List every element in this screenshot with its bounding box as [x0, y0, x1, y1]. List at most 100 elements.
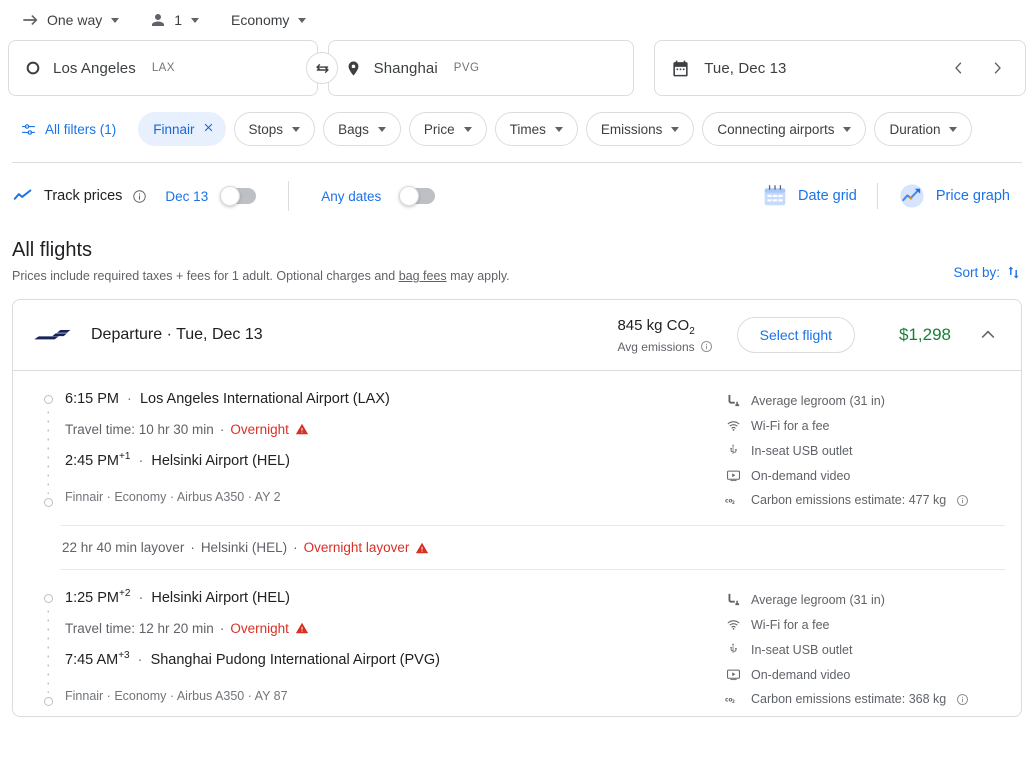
price-graph-label: Price graph: [936, 188, 1010, 204]
filter-chip-label: Connecting airports: [717, 122, 834, 137]
filter-chip-stops[interactable]: Stops: [234, 112, 316, 146]
previous-day-button[interactable]: [943, 52, 975, 84]
destination-field[interactable]: Shanghai PVG: [328, 40, 635, 96]
any-dates-label[interactable]: Any dates: [321, 189, 381, 204]
travel-time-label: Travel time: 10 hr 30 min: [65, 422, 214, 437]
sort-arrows-icon: [1005, 264, 1022, 281]
all-filters-label: All filters (1): [45, 122, 116, 137]
co2-subscript: 2: [689, 326, 695, 337]
chevron-up-icon[interactable]: [971, 318, 1005, 352]
select-flight-label: Select flight: [760, 327, 832, 343]
filter-chip-label: Emissions: [601, 122, 663, 137]
amenity-video: On-demand video: [725, 468, 1005, 483]
swap-icon: [314, 60, 331, 77]
select-flight-button[interactable]: Select flight: [737, 317, 855, 353]
calendar-icon: [671, 59, 690, 78]
info-icon[interactable]: [132, 189, 147, 204]
flight-card-header[interactable]: Departure · Tue, Dec 13 845 kg CO2 Avg e…: [13, 300, 1021, 370]
warning-triangle-icon: [295, 422, 309, 436]
layover-row: 22 hr 40 min layover · Helsinki (HEL) · …: [60, 525, 1005, 570]
filter-chip-price[interactable]: Price: [409, 112, 487, 146]
co2-icon: co2: [725, 693, 741, 706]
usb-icon: [725, 443, 741, 458]
origin-field[interactable]: Los Angeles LAX: [8, 40, 318, 96]
sort-by-label: Sort by:: [953, 265, 1000, 280]
swap-airports-button[interactable]: [306, 52, 338, 84]
filter-chip-label: Duration: [889, 122, 940, 137]
search-fields-row: Los Angeles LAX Shanghai PVG Tue, Dec 13: [0, 40, 1034, 96]
leg-details: 6:15 PM · Los Angeles International Airp…: [63, 389, 725, 507]
amenity-usb: In-seat USB outlet: [725, 443, 1005, 458]
leg-arrival-day-offset: +1: [119, 451, 130, 462]
leg-travel-time: Travel time: 12 hr 20 min · Overnight: [65, 621, 725, 636]
svg-text:2: 2: [732, 500, 735, 506]
warning-triangle-icon: [295, 621, 309, 635]
amenity-label: Carbon emissions estimate: 368 kg: [751, 692, 946, 706]
filter-chip-label: Times: [510, 122, 546, 137]
flight-price: $1,298: [881, 325, 951, 345]
amenity-label: Wi-Fi for a fee: [751, 618, 830, 632]
itinerary-leg: 6:15 PM · Los Angeles International Airp…: [13, 371, 1021, 517]
timeline-dot-depart: [44, 395, 53, 404]
amenity-video: On-demand video: [725, 667, 1005, 682]
divider: [877, 183, 878, 209]
amenity-label: On-demand video: [751, 668, 850, 682]
legroom-icon: [725, 393, 741, 408]
price-graph-icon: [898, 182, 926, 210]
amenity-legroom: Average legroom (31 in): [725, 393, 1005, 408]
leg-arrival-time: 2:45 PM: [65, 453, 119, 469]
leg-operator-meta: Finnair · Economy · Airbus A350 · AY 87: [65, 689, 725, 703]
any-dates-toggle[interactable]: [399, 188, 435, 204]
leg-travel-time: Travel time: 10 hr 30 min · Overnight: [65, 422, 725, 437]
wifi-icon: [725, 617, 741, 632]
layover-warning-label: Overnight layover: [304, 540, 410, 555]
cabin-class-selector[interactable]: Economy: [223, 7, 314, 33]
filter-chip-finnair[interactable]: Finnair: [138, 112, 225, 146]
view-switch-group: Date grid Price graph: [750, 176, 1022, 216]
results-subtitle: Prices include required taxes + fees for…: [12, 269, 510, 283]
date-grid-icon: [762, 183, 788, 209]
leg-departure-time: 1:25 PM: [65, 590, 119, 606]
timeline-dot-depart: [44, 594, 53, 603]
filters-bar: All filters (1) Finnair Stops Bags Price…: [0, 96, 1034, 158]
date-grid-button[interactable]: Date grid: [750, 177, 869, 215]
amenity-label: In-seat USB outlet: [751, 444, 852, 458]
amenity-wifi: Wi-Fi for a fee: [725, 418, 1005, 433]
svg-text:co: co: [725, 498, 733, 504]
track-prices-group: Track prices Dec 13 Any dates: [12, 181, 435, 211]
timeline-dot-arrive: [44, 697, 53, 706]
person-icon: [149, 11, 167, 29]
track-date-label[interactable]: Dec 13: [165, 189, 208, 204]
avg-emissions-label: Avg emissions: [617, 340, 694, 354]
filter-chip-duration[interactable]: Duration: [874, 112, 972, 146]
filter-chip-connecting-airports[interactable]: Connecting airports: [702, 112, 866, 146]
destination-city: Shanghai: [374, 60, 438, 77]
filter-chip-bags[interactable]: Bags: [323, 112, 401, 146]
filter-chip-label: Bags: [338, 122, 369, 137]
filter-chip-times[interactable]: Times: [495, 112, 578, 146]
info-icon[interactable]: [956, 494, 969, 507]
amenity-carbon-emissions: co2 Carbon emissions estimate: 368 kg: [725, 692, 1005, 706]
filter-chip-emissions[interactable]: Emissions: [586, 112, 695, 146]
chevron-down-icon: [671, 127, 679, 132]
travel-time-label: Travel time: 12 hr 20 min: [65, 621, 214, 636]
trip-type-selector[interactable]: One way: [12, 5, 127, 35]
leg-timeline: [33, 588, 63, 706]
info-icon[interactable]: [956, 693, 969, 706]
next-day-button[interactable]: [981, 52, 1013, 84]
chevron-down-icon: [298, 18, 306, 23]
leg-amenities: Average legroom (31 in) Wi-Fi for a fee …: [725, 389, 1005, 507]
sort-by-button[interactable]: Sort by:: [953, 264, 1022, 283]
info-icon[interactable]: [700, 340, 713, 353]
bag-fees-link[interactable]: bag fees: [399, 269, 447, 283]
passengers-selector[interactable]: 1: [141, 6, 207, 34]
flight-result-card: Departure · Tue, Dec 13 845 kg CO2 Avg e…: [12, 299, 1022, 717]
price-graph-button[interactable]: Price graph: [886, 176, 1022, 216]
timeline-dotted-line: [47, 408, 49, 494]
itinerary-leg: 1:25 PM+2 · Helsinki Airport (HEL) Trave…: [13, 570, 1021, 716]
amenity-label: On-demand video: [751, 469, 850, 483]
close-icon[interactable]: [202, 121, 215, 137]
all-filters-button[interactable]: All filters (1): [12, 115, 124, 144]
date-field[interactable]: Tue, Dec 13: [654, 40, 1026, 96]
track-date-toggle[interactable]: [220, 188, 256, 204]
